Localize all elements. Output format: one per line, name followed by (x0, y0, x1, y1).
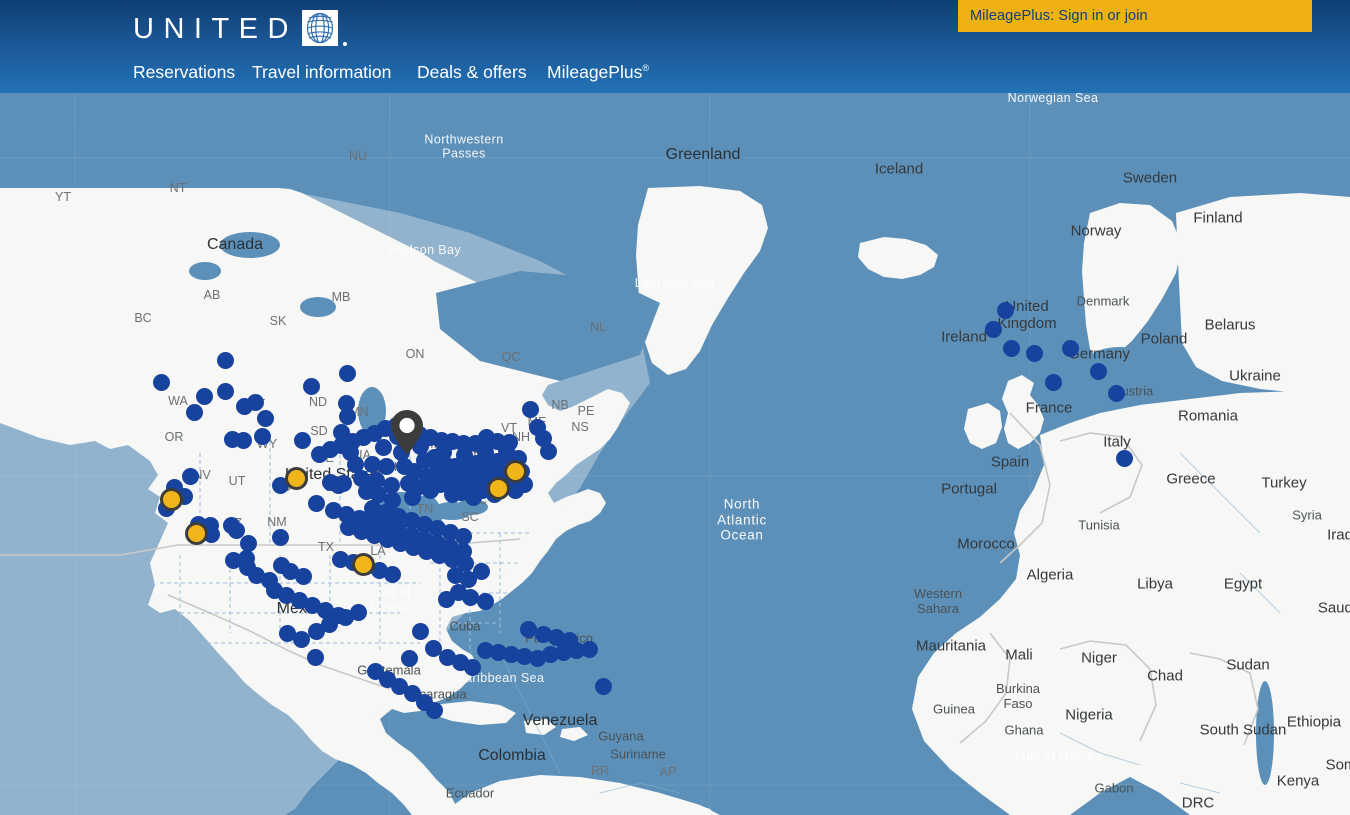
destination-marker[interactable] (253, 427, 271, 445)
destination-marker[interactable] (580, 640, 598, 658)
destination-marker[interactable] (152, 373, 170, 391)
nav-label: MileagePlus (547, 62, 643, 82)
hub-marker[interactable] (184, 521, 208, 545)
destination-marker[interactable] (185, 403, 203, 421)
hub-marker[interactable] (486, 476, 510, 500)
nav-label: Travel information (252, 62, 392, 82)
destination-marker[interactable] (338, 364, 356, 382)
hub-marker[interactable] (159, 487, 183, 511)
united-logo[interactable]: UNITED (133, 9, 347, 49)
destination-marker[interactable] (463, 658, 481, 676)
destination-marker[interactable] (594, 677, 612, 695)
destination-marker[interactable] (437, 590, 455, 608)
nav-item-mileageplus[interactable]: MileagePlus® (547, 62, 649, 83)
destination-marker[interactable] (227, 521, 245, 539)
destination-marker[interactable] (292, 630, 310, 648)
destination-marker[interactable] (310, 445, 328, 463)
destination-marker[interactable] (306, 648, 324, 666)
destination-marker[interactable] (338, 407, 356, 425)
primary-navigation: Reservations Travel information Deals & … (0, 62, 1350, 93)
mileageplus-signin-banner[interactable]: MileagePlus: Sign in or join (958, 0, 1312, 32)
united-globe-icon (301, 10, 340, 48)
selected-location-pin[interactable] (389, 409, 425, 457)
site-header: MileagePlus: Sign in or join UNITED Rese… (0, 0, 1350, 93)
destination-marker[interactable] (195, 387, 213, 405)
destination-marker[interactable] (560, 631, 578, 649)
destination-marker[interactable] (539, 442, 557, 460)
destination-marker[interactable] (1089, 362, 1107, 380)
nav-item-reservations[interactable]: Reservations (133, 62, 235, 83)
destination-marker[interactable] (521, 400, 539, 418)
nav-label: Reservations (133, 62, 236, 82)
destination-marker[interactable] (472, 562, 490, 580)
destination-marker[interactable] (307, 494, 325, 512)
destination-marker[interactable] (382, 476, 400, 494)
destination-marker[interactable] (329, 606, 347, 624)
united-wordmark: UNITED (133, 12, 298, 45)
destination-marker[interactable] (181, 467, 199, 485)
hub-marker[interactable] (351, 552, 375, 576)
hub-marker[interactable] (284, 466, 308, 490)
destination-marker[interactable] (519, 620, 537, 638)
hub-marker[interactable] (503, 459, 527, 483)
destination-marker[interactable] (366, 662, 384, 680)
map-geometry (0, 93, 1350, 815)
destination-marker[interactable] (377, 457, 395, 475)
destination-marker[interactable] (216, 382, 234, 400)
destination-marker[interactable] (260, 571, 278, 589)
destination-marker[interactable] (216, 351, 234, 369)
nav-item-deals-offers[interactable]: Deals & offers (417, 62, 527, 83)
route-map-canvas[interactable]: North Atlantic Ocean Hudson Bay Labrador Sea… (0, 93, 1350, 815)
destination-marker[interactable] (246, 393, 264, 411)
destination-marker[interactable] (293, 431, 311, 449)
destination-marker[interactable] (461, 588, 479, 606)
nav-label: Deals & offers (417, 62, 527, 82)
destination-marker[interactable] (984, 320, 1002, 338)
destination-marker[interactable] (996, 301, 1014, 319)
destination-marker[interactable] (1061, 339, 1079, 357)
destination-marker[interactable] (1025, 344, 1043, 362)
destination-marker[interactable] (349, 603, 367, 621)
destination-marker[interactable] (271, 528, 289, 546)
destination-marker[interactable] (1044, 373, 1062, 391)
destination-marker[interactable] (400, 649, 418, 667)
destination-marker[interactable] (302, 377, 320, 395)
destination-marker[interactable] (324, 501, 342, 519)
destination-marker[interactable] (234, 431, 252, 449)
nav-item-travel-information[interactable]: Travel information (252, 62, 391, 83)
signin-banner-label: MileagePlus: Sign in or join (970, 8, 1148, 24)
united-route-map-page: MileagePlus: Sign in or join UNITED Rese… (0, 0, 1350, 815)
destination-marker[interactable] (411, 622, 429, 640)
registered-mark: ® (642, 63, 649, 74)
destination-marker[interactable] (476, 592, 494, 610)
destination-marker[interactable] (334, 474, 352, 492)
destination-marker[interactable] (1107, 384, 1125, 402)
destination-marker[interactable] (294, 567, 312, 585)
destination-marker[interactable] (224, 551, 242, 569)
destination-marker[interactable] (1002, 339, 1020, 357)
destination-marker[interactable] (383, 565, 401, 583)
destination-marker[interactable] (1115, 449, 1133, 467)
destination-marker[interactable] (239, 534, 257, 552)
destination-marker[interactable] (256, 409, 274, 427)
logo-trademark-dot (342, 42, 347, 46)
